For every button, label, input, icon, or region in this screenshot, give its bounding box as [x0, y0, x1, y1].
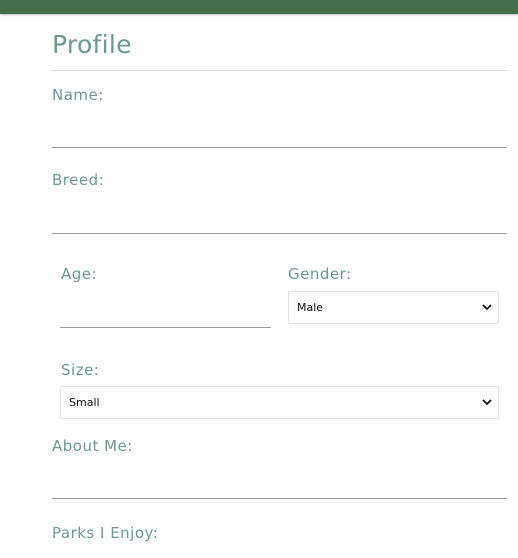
size-select-value: Small: [69, 396, 100, 409]
chevron-down-icon: [482, 399, 492, 406]
size-select[interactable]: Small: [60, 386, 499, 419]
parks-label: Parks I Enjoy:: [52, 524, 159, 542]
breed-label: Breed:: [52, 171, 105, 189]
gender-select-value: Male: [297, 301, 324, 314]
age-input[interactable]: [60, 327, 271, 328]
name-input[interactable]: [52, 147, 507, 148]
about-me-input[interactable]: [52, 498, 507, 499]
gender-select[interactable]: Male: [288, 291, 499, 324]
size-label: Size:: [61, 361, 100, 379]
about-me-label: About Me:: [52, 437, 133, 455]
chevron-down-icon: [482, 304, 492, 311]
page-title: Profile: [52, 30, 132, 59]
breed-input[interactable]: [52, 233, 507, 234]
gender-label: Gender:: [288, 265, 352, 283]
header-bar: [0, 0, 518, 14]
age-label: Age:: [61, 265, 98, 283]
name-label: Name:: [52, 86, 104, 104]
title-divider: [52, 70, 507, 71]
